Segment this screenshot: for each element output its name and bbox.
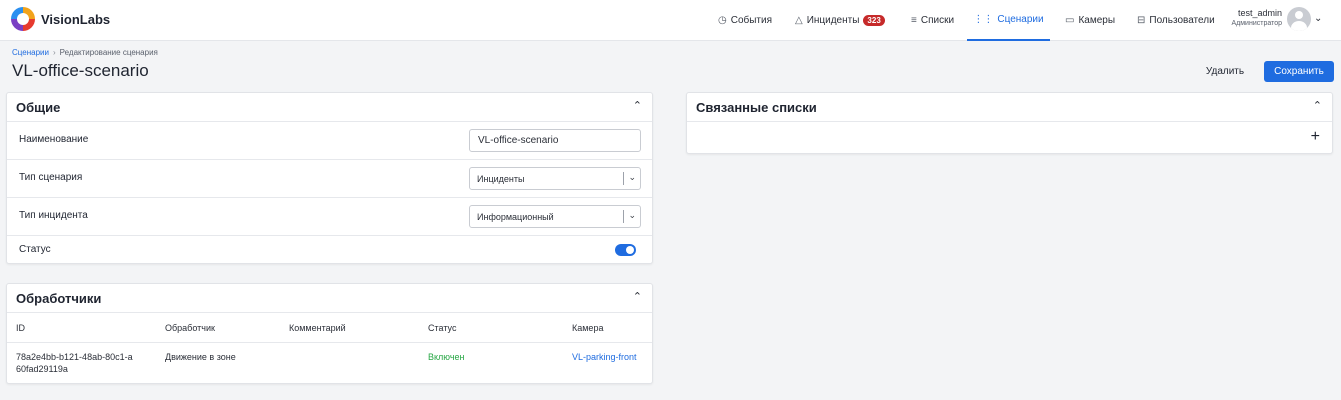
nav-item-label: События [730, 15, 773, 26]
column-header-id: ID [16, 323, 25, 333]
warning-icon: △ [795, 15, 803, 26]
chevron-down-icon[interactable]: ⌄ [1314, 13, 1322, 24]
list-icon: ≡ [911, 15, 917, 26]
column-header-camera: Камера [572, 323, 604, 333]
handler-name: Движение в зоне [165, 352, 236, 362]
status-toggle[interactable] [615, 244, 636, 256]
user-name: test_admin [1237, 8, 1282, 18]
column-header-handler: Обработчик [165, 323, 215, 333]
nav-item-events[interactable]: ◷ События [718, 0, 772, 41]
scenario-type-row: Тип сценария Инциденты ⌄ [7, 160, 652, 198]
card-title: Связанные списки [696, 100, 817, 115]
name-label: Наименование [19, 134, 89, 145]
nav-item-scenarios[interactable]: ⋮⋮ Сценарии [967, 0, 1050, 41]
column-header-status: Статус [428, 323, 457, 333]
nav-item-label: Камеры [1078, 15, 1116, 26]
camera-icon: ▭ [1065, 15, 1075, 26]
nav-item-users[interactable]: ⊟ Пользователи [1137, 0, 1215, 41]
general-card: Общие ⌃ Наименование Тип сценария Инциде… [6, 92, 653, 264]
toggle-knob [626, 246, 634, 254]
handler-status: Включен [428, 352, 465, 362]
nav-item-incidents[interactable]: △ Инциденты 323 [795, 0, 885, 41]
nav-item-label: Пользователи [1149, 15, 1215, 26]
nav-item-lists[interactable]: ≡ Списки [911, 0, 954, 41]
card-header: Связанные списки ⌃ [687, 93, 1332, 122]
scenario-icon: ⋮⋮ [973, 14, 994, 25]
user-role: Администратор [1231, 20, 1282, 27]
linked-lists-card: Связанные списки ⌃ + [686, 92, 1333, 154]
user-info[interactable]: test_admin Администратор [1230, 8, 1282, 27]
add-list-icon[interactable]: + [1311, 128, 1320, 146]
incident-type-row: Тип инцидента Информационный ⌄ [7, 198, 652, 236]
page-title: VL-office-scenario [12, 61, 149, 80]
scenario-type-label: Тип сценария [19, 172, 83, 183]
handlers-table-header: ID Обработчик Комментарий Статус Камера [7, 313, 652, 343]
name-row: Наименование [7, 122, 652, 160]
incident-type-select[interactable]: Информационный ⌄ [469, 205, 641, 228]
status-row: Статус [7, 236, 652, 264]
breadcrumb: Сценарии › Редактирование сценария [12, 48, 158, 57]
incidents-count-badge: 323 [863, 15, 885, 26]
name-input[interactable] [469, 129, 641, 152]
save-button[interactable]: Сохранить [1264, 61, 1334, 82]
chevron-down-icon: ⌄ [628, 210, 636, 220]
breadcrumb-link-scenarios[interactable]: Сценарии [12, 48, 49, 57]
avatar[interactable] [1287, 7, 1311, 31]
nav-item-label: Списки [920, 15, 955, 26]
nav-item-label: Сценарии [997, 14, 1044, 25]
status-label: Статус [19, 244, 51, 255]
handler-camera-link[interactable]: VL-parking-front [572, 351, 637, 363]
handler-id: 78a2e4bb-b121-48ab-80c1-a60fad29119a [16, 352, 133, 374]
chevron-up-icon[interactable]: ⌃ [633, 99, 642, 112]
card-header: Общие ⌃ [7, 93, 652, 122]
breadcrumb-current: Редактирование сценария [59, 48, 158, 57]
delete-button[interactable]: Удалить [1196, 61, 1254, 82]
select-value: Информационный [477, 212, 554, 222]
logo-text: VisionLabs [41, 11, 111, 27]
clock-icon: ◷ [718, 15, 727, 26]
visionlabs-logo-icon [11, 7, 35, 31]
table-row[interactable]: 78a2e4bb-b121-48ab-80c1-a60fad29119a Дви… [7, 343, 652, 385]
chevron-up-icon[interactable]: ⌃ [1313, 99, 1322, 112]
top-bar: VisionLabs ◷ События △ Инциденты 323 ≡ С… [0, 0, 1341, 41]
card-header: Обработчики ⌃ [7, 284, 652, 313]
nav-item-label: Инциденты [806, 15, 860, 26]
select-divider [623, 210, 624, 223]
incident-type-label: Тип инцидента [19, 210, 88, 221]
chevron-down-icon: ⌄ [628, 172, 636, 182]
nav-item-cameras[interactable]: ▭ Камеры [1065, 0, 1115, 41]
column-header-comment: Комментарий [289, 323, 346, 333]
select-value: Инциденты [477, 174, 525, 184]
logo[interactable]: VisionLabs [11, 7, 110, 31]
select-divider [623, 172, 624, 185]
card-title: Обработчики [16, 291, 102, 306]
scenario-type-select[interactable]: Инциденты ⌄ [469, 167, 641, 190]
users-icon: ⊟ [1137, 15, 1146, 26]
handlers-card: Обработчики ⌃ ID Обработчик Комментарий … [6, 283, 653, 384]
breadcrumb-separator-icon: › [52, 48, 56, 57]
card-title: Общие [16, 100, 61, 115]
chevron-up-icon[interactable]: ⌃ [633, 290, 642, 303]
